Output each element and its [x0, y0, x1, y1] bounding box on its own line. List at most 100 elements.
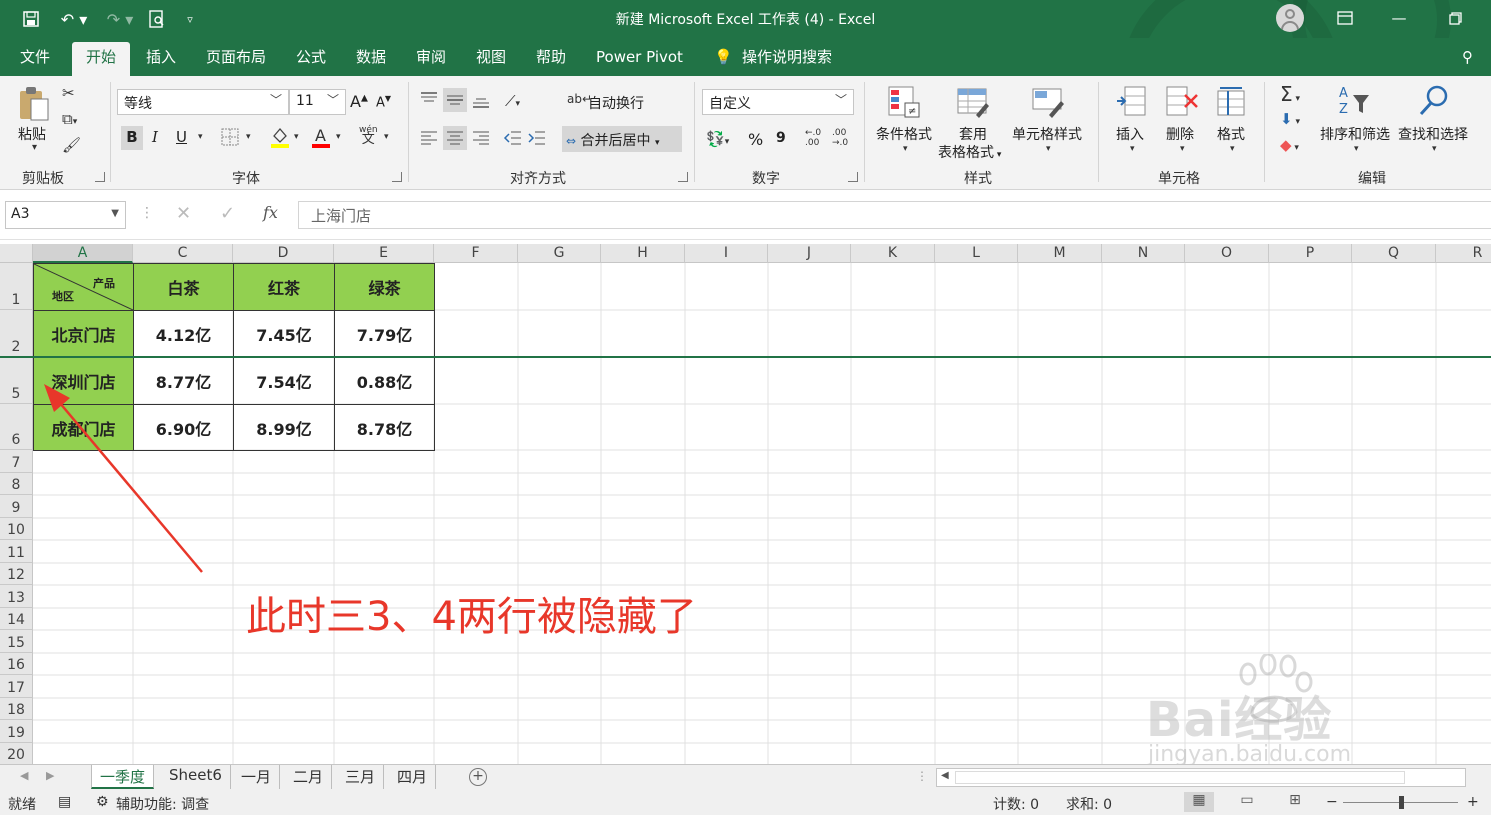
italic-button[interactable]: I: [152, 128, 158, 146]
zoom-in-icon[interactable]: +: [1467, 794, 1479, 810]
format-dropdown-icon[interactable]: ▾: [1230, 144, 1235, 154]
tell-me-search[interactable]: 操作说明搜索: [736, 46, 838, 76]
tab-page-layout[interactable]: 页面布局: [200, 46, 272, 76]
ribbon-display-icon[interactable]: [1332, 6, 1358, 30]
row-header-18[interactable]: 18: [0, 698, 33, 720]
value-cell[interactable]: 4.12亿: [133, 310, 234, 358]
tab-formulas[interactable]: 公式: [290, 46, 332, 76]
formula-bar-grip-icon[interactable]: ⋮: [140, 205, 154, 221]
worksheet-grid[interactable]: A C D E F G H I J K L M N O P Q R 1 2 5 …: [0, 244, 1491, 764]
header-cell-black-tea[interactable]: 红茶: [233, 263, 335, 311]
column-header-l[interactable]: L: [935, 244, 1018, 263]
sort-filter-button[interactable]: 排序和筛选: [1320, 124, 1390, 144]
sheet-tab-apr[interactable]: 四月: [389, 765, 437, 789]
insert-dropdown-icon[interactable]: ▾: [1130, 144, 1135, 154]
font-launcher-icon[interactable]: [392, 172, 402, 182]
scroll-left-icon[interactable]: ◀: [941, 770, 949, 781]
lightbulb-icon[interactable]: 💡: [708, 46, 739, 76]
sheet-tab-q1[interactable]: 一季度: [91, 765, 155, 789]
delete-cells-button[interactable]: 删除: [1166, 124, 1194, 144]
column-header-h[interactable]: H: [601, 244, 685, 263]
number-format-combo[interactable]: 自定义 ﹀: [702, 89, 854, 115]
macro-record-icon[interactable]: ▤: [58, 794, 71, 810]
font-size-combo[interactable]: 11 ﹀: [289, 89, 346, 115]
value-cell[interactable]: 7.54亿: [233, 357, 335, 405]
restore-icon[interactable]: [1442, 6, 1468, 30]
normal-view-icon[interactable]: ▦: [1184, 792, 1214, 812]
minimize-icon[interactable]: —: [1386, 6, 1412, 30]
column-header-p[interactable]: P: [1269, 244, 1352, 263]
format-cells-button[interactable]: 格式: [1217, 124, 1245, 144]
clear-icon[interactable]: ◆ ▾: [1280, 136, 1299, 154]
tab-file[interactable]: 文件: [14, 46, 56, 76]
row-header-13[interactable]: 13: [0, 585, 33, 608]
find-dropdown-icon[interactable]: ▾: [1432, 144, 1437, 154]
number-launcher-icon[interactable]: [848, 172, 858, 182]
column-header-n[interactable]: N: [1102, 244, 1185, 263]
insert-cells-button[interactable]: 插入: [1116, 124, 1144, 144]
header-cell-green-tea[interactable]: 绿茶: [334, 263, 435, 311]
row-header-8[interactable]: 8: [0, 473, 33, 495]
scrollbar-thumb[interactable]: [955, 771, 1405, 784]
shrink-font-icon[interactable]: A▼: [376, 94, 391, 110]
wrap-text-button[interactable]: 自动换行: [588, 93, 644, 113]
prev-sheet-icon[interactable]: ◀: [20, 769, 28, 782]
format-cells-icon[interactable]: [1213, 84, 1249, 120]
conditional-format-icon[interactable]: ≠: [886, 84, 922, 120]
font-name-combo[interactable]: 等线 ﹀: [117, 89, 289, 115]
borders-dropdown-icon[interactable]: ▾: [246, 132, 251, 142]
increase-indent-icon[interactable]: [527, 128, 547, 152]
grow-font-icon[interactable]: A▲: [350, 92, 368, 111]
cell-styles-icon[interactable]: [1030, 84, 1066, 120]
sheet-tab-sheet6[interactable]: Sheet6: [161, 765, 231, 789]
find-select-icon[interactable]: [1416, 82, 1452, 118]
value-cell[interactable]: 0.88亿: [334, 357, 435, 405]
row-header-15[interactable]: 15: [0, 630, 33, 653]
user-avatar-icon[interactable]: [1276, 4, 1304, 32]
font-color-dropdown-icon[interactable]: ▾: [336, 132, 341, 142]
accessibility-icon[interactable]: ⚙: [96, 794, 109, 810]
column-header-d[interactable]: D: [233, 244, 334, 263]
align-right-icon[interactable]: [471, 128, 491, 152]
accounting-format-icon[interactable]: 💱▾: [706, 130, 729, 148]
column-header-a[interactable]: A: [33, 244, 133, 263]
cut-icon[interactable]: ✂: [62, 84, 75, 102]
value-cell[interactable]: 8.78亿: [334, 404, 435, 451]
row-header-9[interactable]: 9: [0, 495, 33, 518]
row-header-19[interactable]: 19: [0, 720, 33, 743]
column-header-m[interactable]: M: [1018, 244, 1102, 263]
confirm-entry-icon[interactable]: ✓: [220, 203, 235, 224]
fill-color-icon[interactable]: [270, 126, 290, 152]
header-cell-white-tea[interactable]: 白茶: [133, 263, 234, 311]
decrease-decimal-icon[interactable]: .00 →.0: [832, 128, 848, 148]
tab-insert[interactable]: 插入: [140, 46, 182, 76]
column-header-i[interactable]: I: [685, 244, 768, 263]
paste-dropdown-icon[interactable]: ▾: [32, 142, 37, 153]
corner-header-cell[interactable]: 产品 地区: [33, 263, 134, 311]
underline-dropdown-icon[interactable]: ▾: [198, 132, 203, 142]
conditional-dropdown-icon[interactable]: ▾: [903, 144, 908, 154]
zoom-slider-thumb[interactable]: [1399, 796, 1404, 809]
column-header-g[interactable]: G: [518, 244, 601, 263]
borders-icon[interactable]: [221, 128, 239, 150]
column-header-r[interactable]: R: [1436, 244, 1491, 263]
column-header-j[interactable]: J: [768, 244, 851, 263]
find-select-button[interactable]: 查找和选择: [1398, 124, 1468, 144]
comma-style-button[interactable]: 9: [776, 130, 786, 146]
name-box[interactable]: A3 ▼: [5, 201, 126, 229]
row-header-14[interactable]: 14: [0, 608, 33, 630]
align-left-icon[interactable]: [419, 128, 439, 152]
row-header-12[interactable]: 12: [0, 563, 33, 585]
column-header-q[interactable]: Q: [1352, 244, 1436, 263]
next-sheet-icon[interactable]: ▶: [46, 769, 54, 782]
row-header-10[interactable]: 10: [0, 518, 33, 540]
paste-icon[interactable]: [16, 84, 52, 124]
delete-dropdown-icon[interactable]: ▾: [1180, 144, 1185, 154]
orientation-icon[interactable]: ⟋▾: [505, 92, 520, 110]
alignment-launcher-icon[interactable]: [678, 172, 688, 182]
fill-color-dropdown-icon[interactable]: ▾: [294, 132, 299, 142]
tab-help[interactable]: 帮助: [530, 46, 572, 76]
insert-function-icon[interactable]: fx: [263, 203, 278, 222]
row-header-16[interactable]: 16: [0, 653, 33, 675]
tab-power-pivot[interactable]: Power Pivot: [590, 46, 689, 76]
